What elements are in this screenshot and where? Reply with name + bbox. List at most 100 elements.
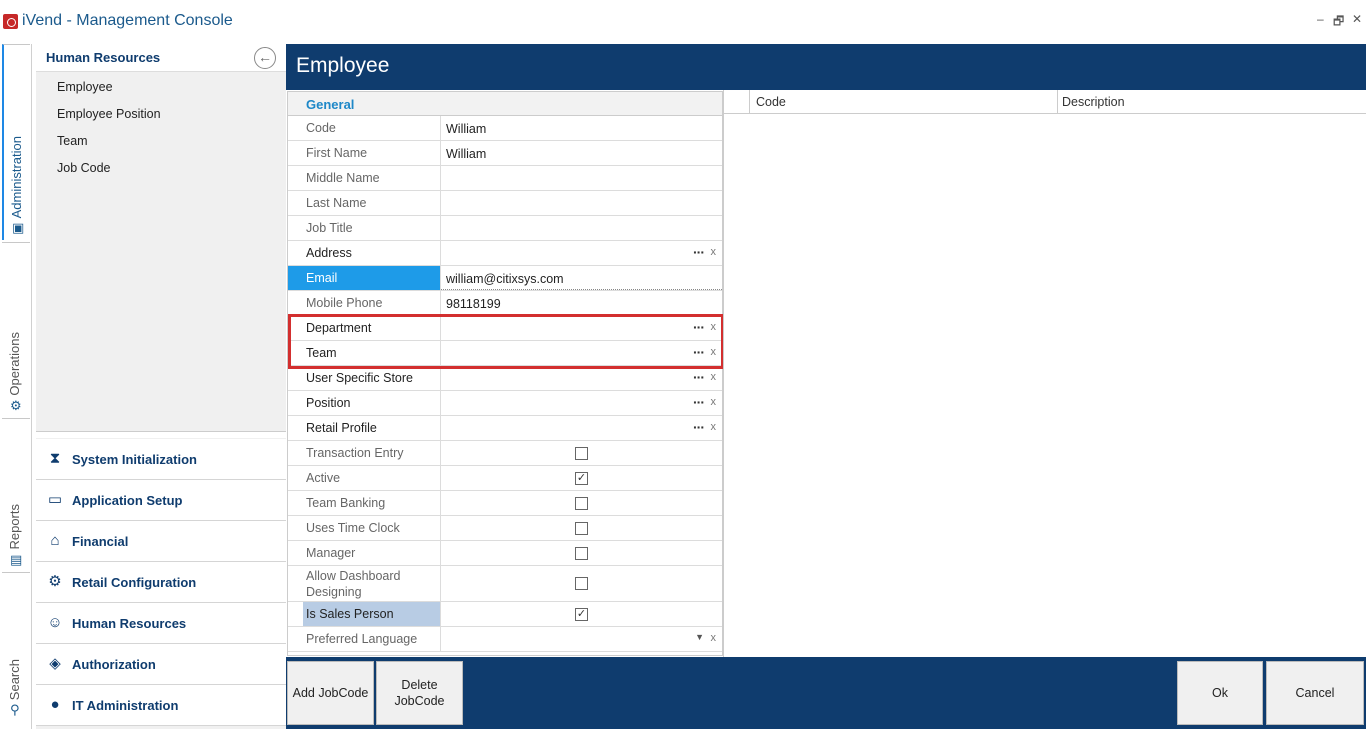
sidebar-item-team[interactable]: Team [36, 126, 286, 153]
clear-button[interactable]: x [711, 396, 717, 408]
field-team[interactable]: Team ··· x [288, 341, 722, 366]
allow-dashboard-checkbox[interactable] [575, 577, 588, 590]
shield-icon: ◈ [49, 655, 61, 672]
clear-button[interactable]: x [711, 632, 717, 644]
field-preferred-language[interactable]: Preferred Language ▼ x [288, 627, 722, 652]
module-retail-configuration[interactable]: ⚙ Retail Configuration [36, 562, 286, 603]
module-application-setup[interactable]: ▭ Application Setup [36, 480, 286, 521]
field-department[interactable]: Department ··· x [288, 316, 722, 341]
module-label: Application Setup [72, 493, 183, 508]
sidebar-item-employee-position[interactable]: Employee Position [36, 99, 286, 126]
ellipsis-button[interactable]: ··· [693, 419, 705, 435]
field-job-title[interactable]: Job Title [288, 216, 722, 241]
clear-button[interactable]: x [711, 421, 717, 433]
field-is-sales-person[interactable]: Is Sales Person ✓ [288, 602, 722, 627]
module-rail: Administration ▣ Operations ⚙ Reports ▤ … [0, 44, 32, 729]
column-header-code[interactable]: Code [750, 90, 1058, 114]
team-banking-checkbox[interactable] [575, 497, 588, 510]
manager-cell [441, 541, 722, 565]
chevron-down-icon[interactable]: ▼ [695, 632, 704, 642]
retail-profile-input[interactable] [441, 416, 722, 440]
middle-name-input[interactable] [441, 166, 722, 190]
ellipsis-button[interactable]: ··· [693, 319, 705, 335]
field-active[interactable]: Active ✓ [288, 466, 722, 491]
bank-icon: ⌂ [50, 532, 60, 549]
group-header-general[interactable]: General [288, 92, 722, 116]
report-icon: ▤ [10, 552, 23, 567]
ellipsis-button[interactable]: ··· [693, 369, 705, 385]
field-middle-name[interactable]: Middle Name [288, 166, 722, 191]
module-financial[interactable]: ⌂ Financial [36, 521, 286, 562]
module-label: Financial [72, 534, 129, 549]
cancel-button[interactable]: Cancel [1266, 661, 1364, 725]
department-input[interactable] [441, 316, 722, 340]
module-it-administration[interactable]: ● IT Administration [36, 685, 286, 726]
rail-tab-operations[interactable]: Operations ⚙ [2, 242, 30, 418]
code-input[interactable]: William [441, 116, 722, 140]
transaction-entry-checkbox[interactable] [575, 447, 588, 460]
column-header-description[interactable]: Description [1058, 90, 1366, 114]
rail-tab-administration[interactable]: Administration ▣ [2, 44, 30, 240]
user-search-icon: ☺ [47, 614, 63, 631]
close-button[interactable]: ✕ [1352, 12, 1362, 26]
field-first-name[interactable]: First Name William [288, 141, 722, 166]
sidebar-item-job-code[interactable]: Job Code [36, 153, 286, 180]
active-cell: ✓ [441, 466, 722, 490]
user-specific-store-input[interactable] [441, 366, 722, 390]
manager-checkbox[interactable] [575, 547, 588, 560]
clear-button[interactable]: x [711, 346, 717, 358]
add-jobcode-button[interactable]: Add JobCode [287, 661, 374, 725]
field-uses-time-clock[interactable]: Uses Time Clock [288, 516, 722, 541]
clear-button[interactable]: x [711, 371, 717, 383]
is-sales-person-checkbox[interactable]: ✓ [575, 608, 588, 621]
clear-button[interactable]: x [711, 246, 717, 258]
ellipsis-button[interactable]: ··· [693, 344, 705, 360]
rail-tab-search[interactable]: Search ⚲ [2, 572, 30, 722]
field-retail-profile[interactable]: Retail Profile ··· x [288, 416, 722, 441]
mobile-phone-input[interactable]: 98118199 [441, 291, 722, 315]
job-title-input[interactable] [441, 216, 722, 240]
back-arrow-icon[interactable]: ← [254, 47, 276, 69]
position-input[interactable] [441, 391, 722, 415]
field-allow-dashboard-designing[interactable]: Allow Dashboard Designing [288, 566, 722, 602]
field-transaction-entry[interactable]: Transaction Entry [288, 441, 722, 466]
first-name-input[interactable]: William [441, 141, 722, 165]
uses-time-clock-cell [441, 516, 722, 540]
preferred-language-select[interactable] [441, 627, 722, 651]
module-human-resources[interactable]: ☺ Human Resources [36, 603, 286, 644]
active-checkbox[interactable]: ✓ [575, 472, 588, 485]
sidebar-item-employee[interactable]: Employee [36, 72, 286, 99]
sidebar-items: Employee Employee Position Team Job Code [36, 72, 286, 180]
is-sales-person-cell: ✓ [441, 602, 722, 626]
address-input[interactable] [441, 241, 722, 265]
field-position[interactable]: Position ··· x [288, 391, 722, 416]
ellipsis-button[interactable]: ··· [693, 244, 705, 260]
field-email[interactable]: Email william@citixsys.com [288, 266, 722, 291]
delete-jobcode-button[interactable]: Delete JobCode [376, 661, 463, 725]
field-label: Last Name [288, 191, 441, 215]
ok-button[interactable]: Ok [1177, 661, 1263, 725]
email-input[interactable]: william@citixsys.com [441, 266, 722, 290]
field-user-specific-store[interactable]: User Specific Store ··· x [288, 366, 722, 391]
ellipsis-button[interactable]: ··· [693, 394, 705, 410]
field-team-banking[interactable]: Team Banking [288, 491, 722, 516]
last-name-input[interactable] [441, 191, 722, 215]
module-system-initialization[interactable]: ⧗ System Initialization [36, 439, 286, 480]
field-code[interactable]: Code William [288, 116, 722, 141]
minimize-button[interactable]: – [1317, 12, 1324, 26]
field-label: Job Title [288, 216, 441, 240]
uses-time-clock-checkbox[interactable] [575, 522, 588, 535]
module-authorization[interactable]: ◈ Authorization [36, 644, 286, 685]
rail-tab-reports[interactable]: Reports ▤ [2, 418, 30, 572]
field-label: Position [288, 391, 441, 415]
allow-dashboard-cell [441, 566, 722, 601]
field-mobile-phone[interactable]: Mobile Phone 98118199 [288, 291, 722, 316]
field-last-name[interactable]: Last Name [288, 191, 722, 216]
field-label: Allow Dashboard Designing [288, 566, 441, 601]
field-manager[interactable]: Manager [288, 541, 722, 566]
restore-button[interactable]: 🗗 [1333, 12, 1344, 33]
team-input[interactable] [441, 341, 722, 365]
field-address[interactable]: Address ··· x [288, 241, 722, 266]
clear-button[interactable]: x [711, 321, 717, 333]
hourglass-icon: ⧗ [49, 450, 61, 467]
